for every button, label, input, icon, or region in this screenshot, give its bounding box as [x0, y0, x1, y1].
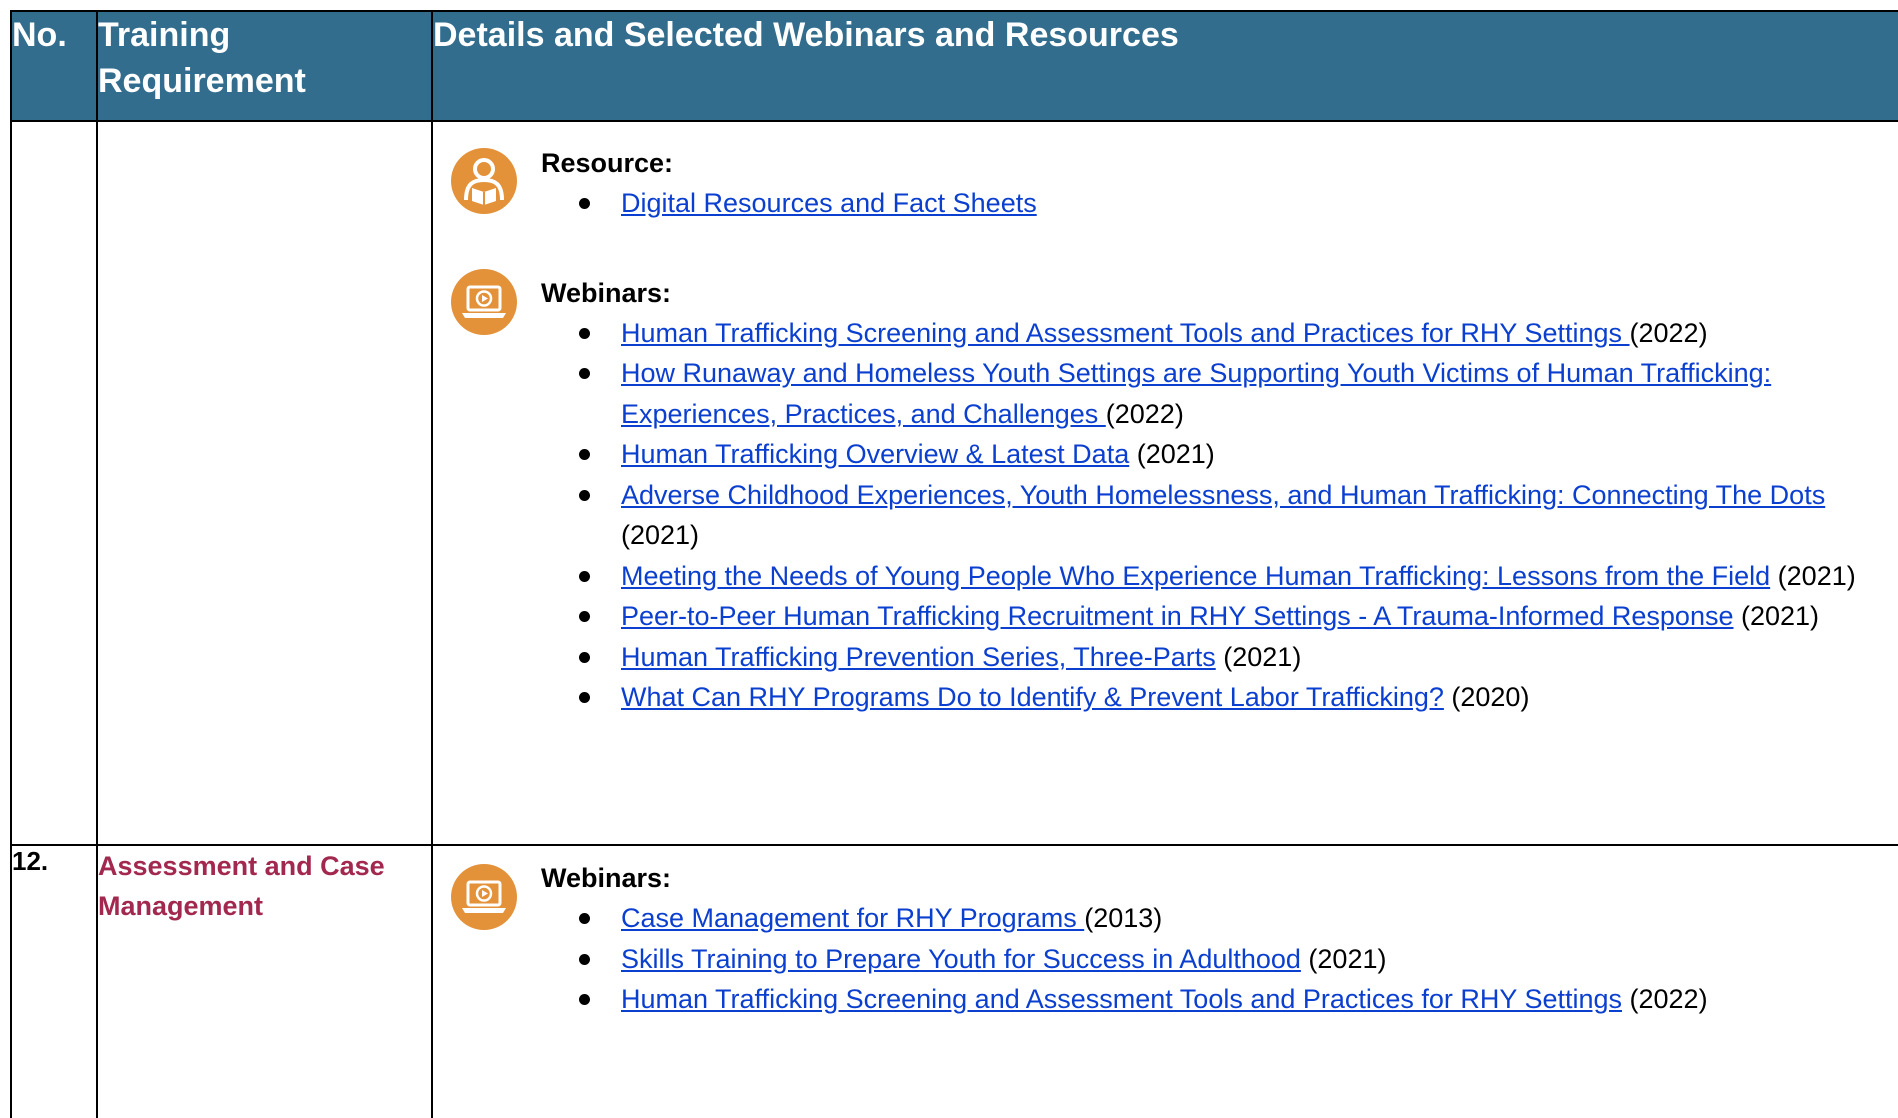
row-number: [10, 120, 98, 846]
row-number: 12.: [10, 844, 98, 1118]
list-item: Human Trafficking Prevention Series, Thr…: [579, 637, 1898, 678]
row-requirement: Assessment and Case Management: [96, 844, 433, 1118]
laptop-play-icon: [451, 864, 517, 930]
webinar-year: (2013): [1084, 903, 1163, 933]
row-details: Webinars: Case Management for RHY Progra…: [431, 844, 1898, 1118]
webinar-year: (2021): [1733, 601, 1820, 631]
list-item: Digital Resources and Fact Sheets: [579, 183, 1898, 224]
webinar-link[interactable]: Human Trafficking Screening and Assessme…: [621, 984, 1622, 1014]
list-item: Meeting the Needs of Young People Who Ex…: [579, 556, 1898, 597]
list-item: What Can RHY Programs Do to Identify & P…: [579, 677, 1898, 718]
webinar-list: Case Management for RHY Programs (2013) …: [541, 898, 1898, 1020]
webinar-link[interactable]: Human Trafficking Overview & Latest Data: [621, 439, 1129, 469]
webinar-year: (2020): [1443, 682, 1530, 712]
webinar-link[interactable]: Skills Training to Prepare Youth for Suc…: [621, 944, 1301, 974]
resource-link[interactable]: Digital Resources and Fact Sheets: [621, 188, 1037, 218]
training-requirements-table: No. Training Requirement Details and Sel…: [10, 10, 1898, 1118]
resource-heading: Resource:: [541, 148, 674, 178]
list-item: Human Trafficking Screening and Assessme…: [579, 979, 1898, 1020]
webinars-heading: Webinars:: [541, 863, 672, 893]
webinar-year: (2021): [621, 520, 700, 550]
list-item: Human Trafficking Overview & Latest Data…: [579, 434, 1898, 475]
webinar-year: (2022): [1105, 398, 1184, 429]
webinar-year: (2021): [1770, 560, 1856, 591]
webinar-year: (2021): [1215, 641, 1302, 672]
header-training-requirement: Training Requirement: [96, 10, 433, 122]
list-item: Adverse Childhood Experiences, Youth Hom…: [579, 475, 1898, 556]
resource-list: Digital Resources and Fact Sheets: [541, 183, 1898, 224]
webinar-link[interactable]: Case Management for RHY Programs: [621, 903, 1084, 933]
table-header-row: No. Training Requirement Details and Sel…: [10, 10, 1898, 122]
document-page: No. Training Requirement Details and Sel…: [0, 0, 1898, 1118]
webinars-section: Webinars: Human Trafficking Screening an…: [433, 268, 1898, 718]
list-item: Case Management for RHY Programs (2013): [579, 898, 1898, 939]
table-row: 12. Assessment and Case Management Webin…: [10, 844, 1898, 1118]
webinar-link[interactable]: How Runaway and Homeless Youth Settings …: [621, 358, 1771, 429]
resource-section: Resource: Digital Resources and Fact She…: [433, 143, 1898, 224]
list-item: How Runaway and Homeless Youth Settings …: [579, 353, 1898, 434]
webinar-link[interactable]: Human Trafficking Screening and Assessme…: [621, 318, 1630, 348]
table-row: Resource: Digital Resources and Fact She…: [10, 120, 1898, 846]
webinar-year: (2021): [1129, 439, 1215, 469]
webinar-list: Human Trafficking Screening and Assessme…: [541, 313, 1898, 718]
webinars-section: Webinars: Case Management for RHY Progra…: [433, 858, 1898, 1020]
webinar-link[interactable]: What Can RHY Programs Do to Identify & P…: [621, 682, 1444, 712]
header-no: No.: [10, 10, 98, 122]
webinar-link[interactable]: Meeting the Needs of Young People Who Ex…: [621, 561, 1770, 591]
webinar-link[interactable]: Adverse Childhood Experiences, Youth Hom…: [621, 480, 1825, 510]
webinar-link[interactable]: Human Trafficking Prevention Series, Thr…: [621, 642, 1216, 672]
row-requirement: [96, 120, 433, 846]
reader-book-icon: [451, 148, 517, 214]
list-item: Peer-to-Peer Human Trafficking Recruitme…: [579, 596, 1898, 637]
webinar-year: (2022): [1622, 984, 1708, 1014]
header-details: Details and Selected Webinars and Resour…: [431, 10, 1898, 122]
row-details: Resource: Digital Resources and Fact She…: [431, 120, 1898, 846]
laptop-play-icon: [451, 268, 517, 335]
list-item: Human Trafficking Screening and Assessme…: [579, 313, 1898, 354]
webinar-year: (2021): [1300, 943, 1387, 974]
webinars-heading: Webinars:: [541, 277, 672, 308]
webinar-year: (2022): [1629, 317, 1708, 348]
list-item: Skills Training to Prepare Youth for Suc…: [579, 939, 1898, 980]
webinar-link[interactable]: Peer-to-Peer Human Trafficking Recruitme…: [621, 601, 1733, 631]
